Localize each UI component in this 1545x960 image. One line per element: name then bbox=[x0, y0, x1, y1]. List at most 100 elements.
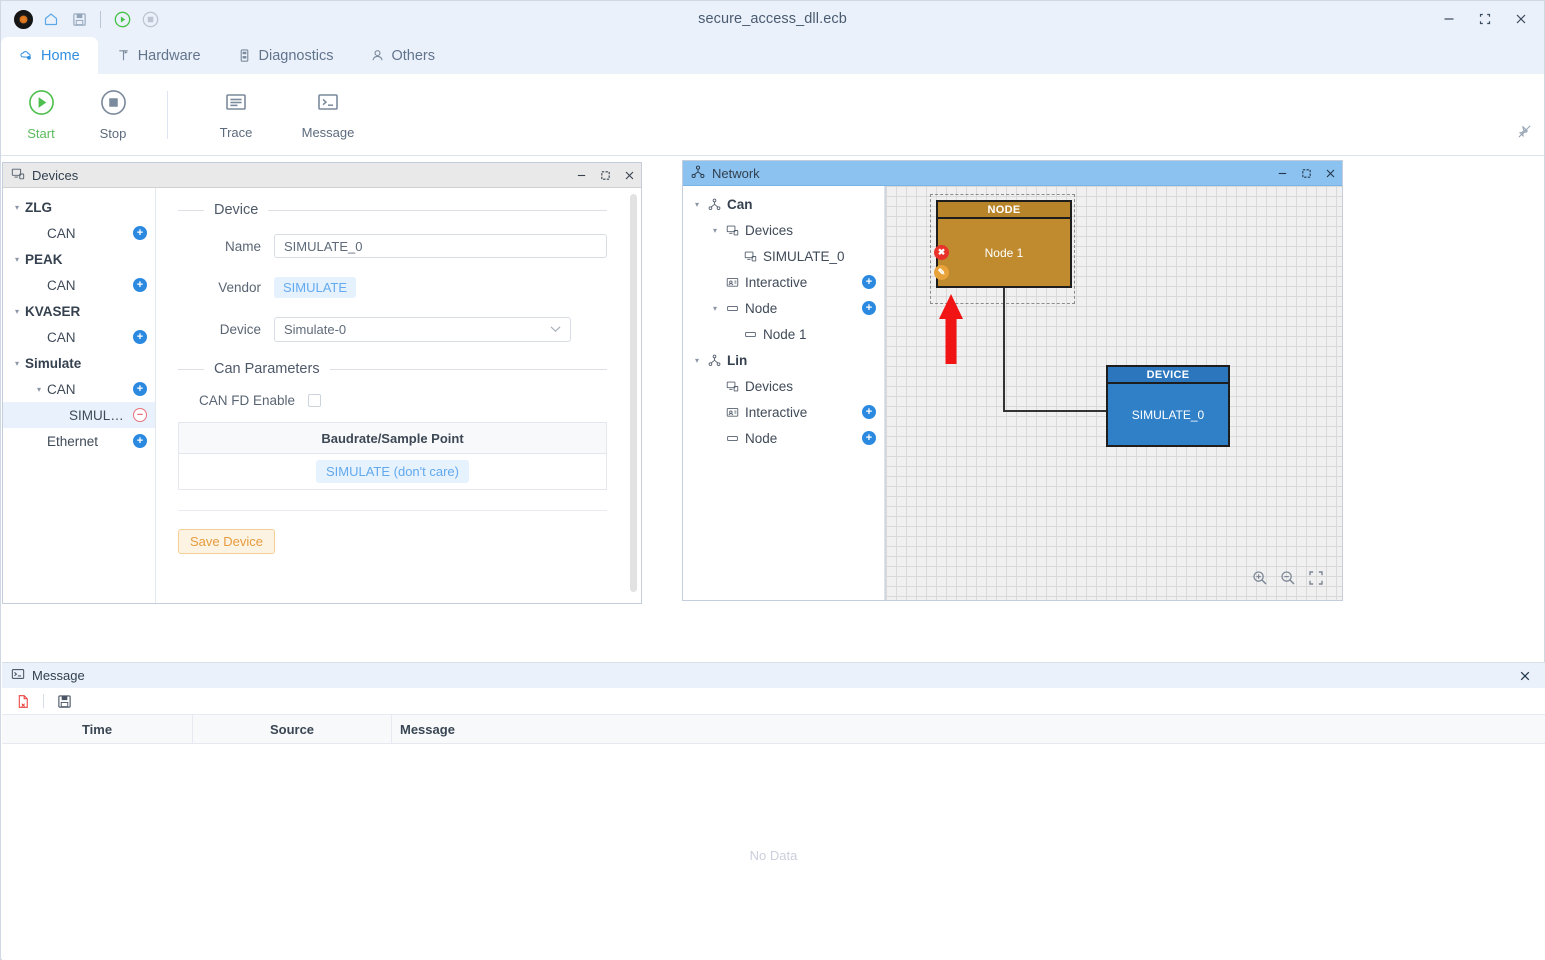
device-tree-item[interactable]: ▾ PEAK bbox=[3, 246, 155, 272]
network-tree-item[interactable]: ▾ Lin bbox=[683, 347, 884, 373]
device-tree-item[interactable]: ▾ ZLG bbox=[3, 194, 155, 220]
clear-messages-icon[interactable] bbox=[10, 689, 36, 713]
network-tree-item-label: SIMULATE_0 bbox=[763, 248, 845, 264]
network-panel-header[interactable]: Network bbox=[683, 161, 1342, 186]
save-messages-icon[interactable] bbox=[51, 689, 77, 713]
chevron-down-icon[interactable]: ▾ bbox=[707, 304, 723, 313]
chevron-down-icon[interactable]: ▾ bbox=[9, 307, 25, 316]
devices-minimize-button[interactable] bbox=[569, 163, 593, 187]
network-minimize-button[interactable] bbox=[1270, 161, 1294, 185]
device-tree-action: + bbox=[133, 330, 147, 344]
maximize-button[interactable] bbox=[1468, 4, 1502, 34]
baudrate-table: Baudrate/Sample Point SIMULATE (don't ca… bbox=[178, 422, 607, 490]
message-panel-controls bbox=[1513, 664, 1537, 688]
device-tree-item[interactable]: CAN + bbox=[3, 324, 155, 350]
save-device-button[interactable]: Save Device bbox=[178, 529, 275, 554]
device-block-header: DEVICE bbox=[1108, 367, 1228, 384]
device-form-scrollbar[interactable] bbox=[630, 194, 637, 592]
name-input[interactable]: SIMULATE_0 bbox=[274, 234, 607, 258]
network-tree-item[interactable]: Devices bbox=[683, 373, 884, 399]
device-select-label: Device bbox=[219, 322, 261, 337]
device-tree-item[interactable]: Ethernet + bbox=[3, 428, 155, 454]
add-item-icon[interactable]: + bbox=[862, 405, 876, 419]
device-tree-item[interactable]: ▾ CAN + bbox=[3, 376, 155, 402]
trace-button[interactable]: Trace bbox=[194, 80, 278, 150]
node-block[interactable]: NODE Node 1 ✖ ✎ bbox=[934, 200, 1072, 288]
stop-button[interactable]: Stop bbox=[81, 80, 145, 150]
device-form: Device Name SIMULATE_0 Vendor SIMULATE D… bbox=[156, 188, 641, 603]
network-tree-item[interactable]: ▾ Can bbox=[683, 191, 884, 217]
save-icon[interactable] bbox=[65, 5, 93, 33]
canfd-checkbox[interactable] bbox=[308, 394, 321, 407]
network-tree-item[interactable]: Node + bbox=[683, 425, 884, 451]
device-section-legend: Device bbox=[178, 202, 607, 218]
add-item-icon[interactable]: + bbox=[862, 431, 876, 445]
chevron-down-icon[interactable]: ▾ bbox=[9, 255, 25, 264]
add-device-icon[interactable]: + bbox=[133, 382, 147, 396]
chevron-down-icon[interactable]: ▾ bbox=[9, 359, 25, 368]
can-params-legend-label: Can Parameters bbox=[214, 361, 320, 377]
message-close-button[interactable] bbox=[1513, 664, 1537, 688]
network-tree-item[interactable]: ▾ Devices bbox=[683, 217, 884, 243]
run-icon[interactable] bbox=[108, 5, 136, 33]
tab-hardware[interactable]: Hardware bbox=[98, 37, 219, 74]
chevron-down-icon[interactable]: ▾ bbox=[31, 385, 47, 394]
node-edit-badge[interactable]: ✎ bbox=[934, 265, 949, 280]
tab-home[interactable]: Home bbox=[1, 37, 98, 74]
diagnostics-icon bbox=[237, 48, 252, 63]
network-canvas[interactable]: NODE Node 1 ✖ ✎ DEVICE SIMULATE_0 bbox=[885, 186, 1342, 600]
add-device-icon[interactable]: + bbox=[133, 330, 147, 344]
add-item-icon[interactable]: + bbox=[862, 275, 876, 289]
network-close-button[interactable] bbox=[1318, 161, 1342, 185]
column-header-message[interactable]: Message bbox=[391, 714, 1545, 744]
device-tree-item[interactable]: CAN + bbox=[3, 220, 155, 246]
add-item-icon[interactable]: + bbox=[862, 301, 876, 315]
unpin-icon[interactable] bbox=[1512, 120, 1536, 142]
network-tree-item[interactable]: Interactive + bbox=[683, 269, 884, 295]
remove-device-icon[interactable]: − bbox=[133, 408, 147, 422]
network-tree-item[interactable]: SIMULATE_0 bbox=[683, 243, 884, 269]
network-tree-item[interactable]: Node 1 bbox=[683, 321, 884, 347]
network-tree-item[interactable]: Interactive + bbox=[683, 399, 884, 425]
chevron-down-icon[interactable]: ▾ bbox=[689, 200, 705, 209]
zoom-out-icon[interactable] bbox=[1279, 569, 1296, 586]
column-header-time[interactable]: Time bbox=[2, 715, 192, 744]
device-tree-item-label: CAN bbox=[47, 329, 76, 345]
chevron-down-icon[interactable]: ▾ bbox=[707, 226, 723, 235]
tab-others[interactable]: Others bbox=[352, 37, 454, 74]
message-toolbar bbox=[2, 688, 1545, 715]
home-icon[interactable] bbox=[37, 5, 65, 33]
devices-panel-header[interactable]: Devices bbox=[3, 163, 641, 188]
chevron-down-icon[interactable]: ▾ bbox=[689, 356, 705, 365]
chevron-down-icon[interactable]: ▾ bbox=[9, 203, 25, 212]
network-maximize-button[interactable] bbox=[1294, 161, 1318, 185]
device-tree-item[interactable]: SIMUL… − bbox=[3, 402, 155, 428]
devices-close-button[interactable] bbox=[617, 163, 641, 187]
column-header-source[interactable]: Source bbox=[192, 714, 391, 744]
network-tree-item[interactable]: ▾ Node + bbox=[683, 295, 884, 321]
add-device-icon[interactable]: + bbox=[133, 226, 147, 240]
device-tree-item[interactable]: ▾ Simulate bbox=[3, 350, 155, 376]
device-block[interactable]: DEVICE SIMULATE_0 bbox=[1106, 365, 1230, 447]
minimize-button[interactable] bbox=[1432, 4, 1466, 34]
baudrate-table-header: Baudrate/Sample Point bbox=[179, 423, 606, 454]
node-icon bbox=[741, 328, 759, 341]
message-panel-header[interactable]: Message bbox=[2, 663, 1545, 688]
start-button[interactable]: Start bbox=[9, 80, 73, 150]
node-delete-badge[interactable]: ✖ bbox=[934, 245, 949, 260]
device-tree-action: + bbox=[133, 278, 147, 292]
message-button[interactable]: Message bbox=[286, 80, 370, 150]
zoom-in-icon[interactable] bbox=[1251, 569, 1268, 586]
tab-diagnostics[interactable]: Diagnostics bbox=[219, 37, 352, 74]
network-icon bbox=[691, 165, 705, 182]
devices-maximize-button[interactable] bbox=[593, 163, 617, 187]
stop-icon[interactable] bbox=[136, 5, 164, 33]
device-tree-item[interactable]: CAN + bbox=[3, 272, 155, 298]
add-device-icon[interactable]: + bbox=[133, 278, 147, 292]
add-device-icon[interactable]: + bbox=[133, 434, 147, 448]
device-select[interactable]: Simulate-0 bbox=[274, 317, 571, 342]
title-bar: secure_access_dll.ecb bbox=[1, 1, 1544, 37]
device-tree-item[interactable]: ▾ KVASER bbox=[3, 298, 155, 324]
fit-screen-icon[interactable] bbox=[1307, 569, 1324, 586]
close-button[interactable] bbox=[1504, 4, 1538, 34]
